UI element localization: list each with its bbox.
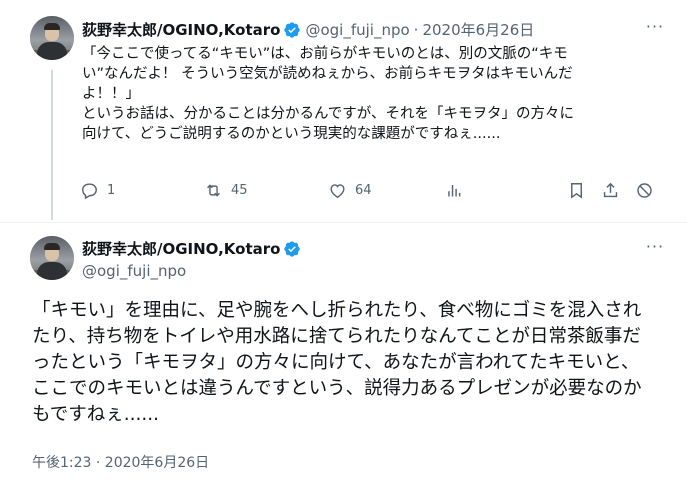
avatar[interactable]: [30, 16, 74, 60]
bookmark-icon: [571, 182, 582, 199]
reply-button[interactable]: 1: [80, 176, 115, 204]
block-button[interactable]: [635, 176, 654, 204]
thread-line: [51, 70, 53, 220]
tweet-text-line: い”なんだよ！ そういう空気が読めねぇから、お前らキモヲタはキモいんだ: [82, 66, 573, 82]
bookmark-button[interactable]: [567, 176, 586, 204]
retweet-count: 45: [231, 182, 248, 198]
tweet-text-line: もですねぇ......: [32, 404, 160, 425]
like-count: 64: [355, 182, 372, 198]
avatar[interactable]: [30, 236, 74, 280]
tweet-text-line: たり、持ち物をトイレや用水路に捨てられたりなんてことが日常茶飯事だ: [32, 326, 641, 347]
tweet-text-line: ったという「キモヲタ」の方々に向けて、あなたが言われてたキモいと、: [32, 352, 640, 373]
tweet-timestamp[interactable]: 午後1:23 · 2020年6月26日: [32, 452, 209, 472]
tweet-text-line: 向けて、どうご説明するのかという現実的な課題がですねぇ......: [82, 126, 501, 142]
handle[interactable]: @ogi_fuji_npo: [82, 262, 186, 280]
verified-badge-icon: [284, 240, 301, 257]
thread-tweet[interactable]: 荻野幸太郎/OGINO,Kotaro @ogi_fuji_npo · 2020年…: [0, 0, 687, 222]
display-name[interactable]: 荻野幸太郎/OGINO,Kotaro: [82, 19, 280, 40]
tweet-text: 「今ここで使ってる“キモい”は、お前らがキモいのとは、別の文脈の“キモ い”なん…: [82, 44, 677, 144]
retweet-icon: [207, 183, 220, 197]
tweet-header: 荻野幸太郎/OGINO,Kotaro: [82, 238, 301, 259]
reply-icon: [82, 182, 97, 199]
more-icon[interactable]: ···: [645, 239, 665, 260]
tweet-text-line: よ！！」: [82, 86, 140, 102]
handle-row: @ogi_fuji_npo: [82, 262, 186, 280]
tweet-header: 荻野幸太郎/OGINO,Kotaro @ogi_fuji_npo · 2020年…: [82, 19, 534, 40]
action-bar: 1 45 64: [80, 176, 660, 204]
more-icon[interactable]: ···: [645, 19, 665, 40]
tweet-text-line: 「キモい」を理由に、足や腕をへし折られたり、食べ物にゴミを混入され: [32, 300, 642, 321]
divider: [0, 222, 687, 223]
block-icon: [637, 182, 652, 198]
views-icon: [448, 184, 461, 196]
display-name[interactable]: 荻野幸太郎/OGINO,Kotaro: [82, 238, 280, 259]
separator: ·: [413, 20, 419, 39]
reply-count: 1: [107, 182, 116, 198]
tweet-text-line: ここでのキモいとは違うんですという、説得力あるプレゼンが必要なのか: [32, 378, 642, 399]
share-icon: [603, 182, 618, 197]
retweet-button[interactable]: 45: [204, 176, 248, 204]
like-button[interactable]: 64: [328, 176, 372, 204]
views-button[interactable]: [445, 176, 464, 204]
handle[interactable]: @ogi_fuji_npo: [305, 21, 409, 39]
share-button[interactable]: [601, 176, 620, 204]
tweet-text-line: というお話は、分かることは分かるんですが、それを「キモヲタ」の方々に: [82, 106, 574, 122]
tweet-text-line: 「今ここで使ってる“キモい”は、お前らがキモいのとは、別の文脈の“キモ: [82, 46, 568, 62]
tweet-date[interactable]: 2020年6月26日: [422, 19, 534, 40]
tweet-text: 「キモい」を理由に、足や腕をへし折られたり、食べ物にゴミを混入され たり、持ち物…: [32, 298, 672, 428]
verified-badge-icon: [284, 21, 301, 38]
like-icon: [330, 183, 345, 198]
